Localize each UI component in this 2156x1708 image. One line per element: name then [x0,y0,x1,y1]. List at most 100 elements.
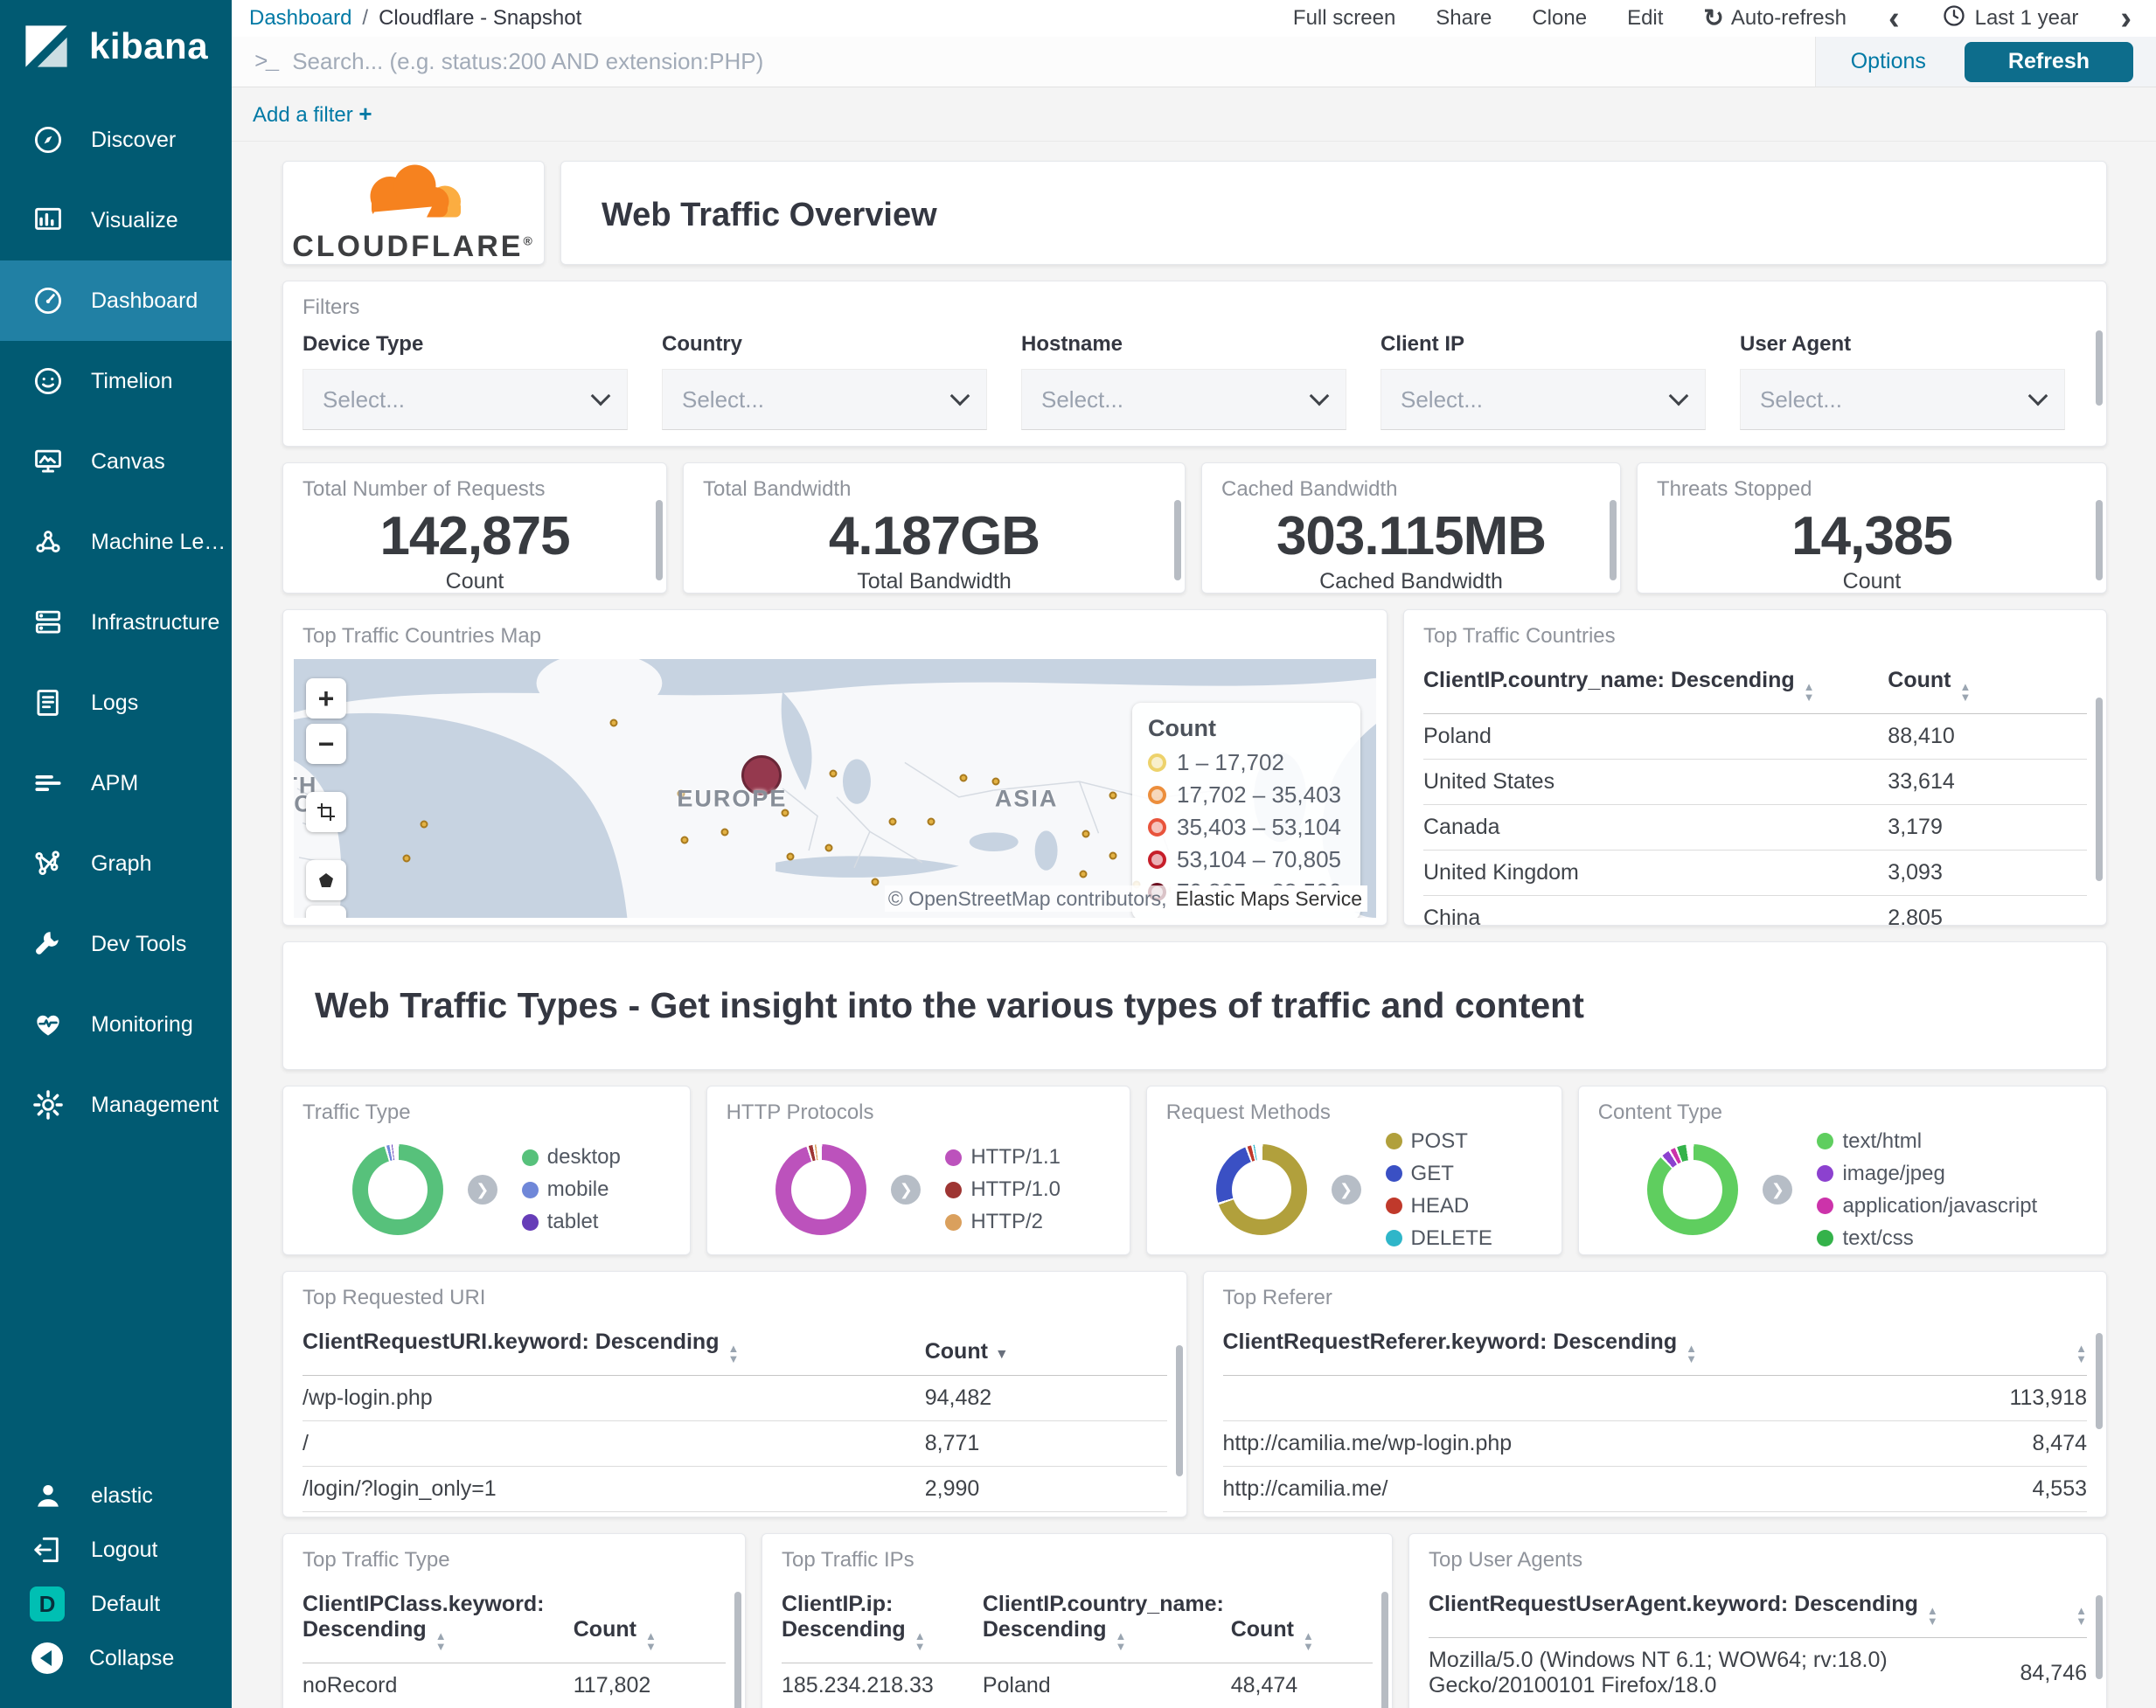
legend-item-image-jpeg[interactable]: image/jpeg [1817,1162,2037,1186]
scrollbar[interactable] [2096,698,2103,881]
legend-item-http-1-0[interactable]: HTTP/1.0 [945,1177,1061,1202]
sidebar-item-monitoring[interactable]: Monitoring [0,984,232,1065]
filter-select-user-agent[interactable]: Select... [1740,369,2065,430]
filter-select-hostname[interactable]: Select... [1021,369,1346,430]
sidebar-item-graph[interactable]: Graph [0,823,232,904]
sidebar-item-visualize[interactable]: Visualize [0,180,232,260]
column-header-count[interactable]: Count ▲ ▼ [573,1578,726,1663]
legend-item-http-1-1[interactable]: HTTP/1.1 [945,1145,1061,1170]
topbar-edit-button[interactable]: Edit [1627,6,1663,31]
legend-expand-icon[interactable]: ❯ [891,1175,922,1205]
search-input[interactable] [292,48,1815,75]
sidebar-item-dashboard[interactable]: Dashboard [0,260,232,341]
legend-item-text-css[interactable]: text/css [1817,1226,2037,1251]
refresh-button[interactable]: Refresh [1964,41,2133,82]
crop-tool-button[interactable] [306,792,346,832]
scrollbar[interactable] [1381,1592,1388,1708]
rectangle-tool-button[interactable] [306,906,346,918]
column-header-count[interactable]: ▲ ▼ [1896,1316,2087,1376]
scrollbar[interactable] [2096,500,2103,580]
scrollbar[interactable] [2096,1595,2103,1679]
sidebar-item-logout[interactable]: Logout [0,1523,232,1577]
column-header-clientrequestuseragent-keyword-descending[interactable]: ClientRequestUserAgent.keyword: Descendi… [1429,1578,1956,1638]
sidebar-item-machine-learning[interactable]: Machine Learning [0,502,232,582]
scrollbar[interactable] [2096,1333,2103,1429]
legend-item-http-2[interactable]: HTTP/2 [945,1210,1061,1234]
filter-select-country[interactable]: Select... [662,369,987,430]
topbar-full-screen-button[interactable]: Full screen [1293,6,1395,31]
time-picker[interactable]: Last 1 year [1942,3,2078,34]
column-header-clientipclass-keyword-descending[interactable]: ClientIPClass.keyword: Descending ▲ ▼ [303,1578,574,1663]
scrollbar[interactable] [1174,500,1181,580]
column-header-clientip-ip-descending[interactable]: ClientIP.ip: Descending ▲ ▼ [782,1578,983,1663]
sidebar-item-elastic[interactable]: elastic [0,1468,232,1523]
time-back-button[interactable]: ‹ [1887,2,1902,35]
filter-field-user-agent: User Agent Select... [1740,332,2065,430]
legend-item-text-html[interactable]: text/html [1817,1129,2037,1154]
sidebar-item-infrastructure[interactable]: Infrastructure [0,582,232,663]
legend-expand-icon[interactable]: ❯ [1763,1175,1793,1205]
donut-chart[interactable] [351,1144,443,1235]
zoom-in-button[interactable]: + [306,678,346,719]
metric-label: Count [445,569,504,594]
sidebar-item-dev-tools[interactable]: Dev Tools [0,904,232,984]
scrollbar[interactable] [734,1592,741,1708]
column-header-clientrequestreferer-keyword-descending[interactable]: ClientRequestReferer.keyword: Descending… [1222,1316,1897,1376]
column-header-count[interactable]: Count ▲ ▼ [1230,1578,1373,1663]
table-cell: 2,990 [924,1466,1167,1512]
legend-item: 35,403 – 53,104 [1148,814,1341,841]
column-header-clientrequesturi-keyword-descending[interactable]: ClientRequestURI.keyword: Descending ▲ ▼ [303,1316,925,1376]
world-map[interactable]: EUROPEASIATHIC + − [294,659,1376,918]
polygon-tool-button[interactable] [306,860,346,900]
filter-field-device-type: Device Type Select... [303,332,628,430]
sidebar-item-default[interactable]: D Default [0,1577,232,1631]
map-data-point [1109,791,1117,800]
donut-chart[interactable] [1647,1144,1739,1235]
legend-expand-icon[interactable]: ❯ [467,1175,497,1205]
column-header-count[interactable]: Count ▼ [924,1316,1167,1376]
legend-item-mobile[interactable]: mobile [521,1177,621,1202]
add-filter-link[interactable]: Add a filter + [253,101,372,128]
scrollbar[interactable] [656,500,663,580]
legend-item-head[interactable]: HEAD [1385,1194,1492,1219]
panel-title: Top Traffic IPs [782,1548,915,1572]
column-header-clientip-country-name-descending[interactable]: ClientIP.country_name: Descending ▲ ▼ [982,1578,1231,1663]
sidebar-item-discover[interactable]: Discover [0,100,232,180]
sidebar-item-canvas[interactable]: Canvas [0,421,232,502]
legend-item-get[interactable]: GET [1385,1162,1492,1186]
column-header-count[interactable]: ▲ ▼ [1955,1578,2087,1638]
kibana-logo[interactable]: kibana [0,0,232,87]
scrollbar[interactable] [2096,330,2103,406]
legend-expand-icon[interactable]: ❯ [1331,1175,1361,1205]
sidebar-item-timelion[interactable]: Timelion [0,341,232,421]
sidebar-item-apm[interactable]: APM [0,743,232,823]
column-header-count[interactable]: Count ▲ ▼ [1888,654,2087,714]
map-data-point [824,844,833,852]
legend-item-post[interactable]: POST [1385,1129,1492,1154]
scrollbar[interactable] [1175,1345,1183,1476]
topbar-clone-button[interactable]: Clone [1532,6,1587,31]
filter-select-client-ip[interactable]: Select... [1381,369,1706,430]
markdown-panel: Web Traffic Types - Get insight into the… [282,941,2107,1070]
sidebar-item-management[interactable]: Management [0,1065,232,1145]
sort-icon: ▲ ▼ [1686,1342,1697,1365]
options-link[interactable]: Options [1851,49,1926,74]
legend-item-application-javascript[interactable]: application/javascript [1817,1194,2037,1219]
scrollbar[interactable] [1610,500,1617,580]
legend-item-delete[interactable]: DELETE [1385,1226,1492,1251]
zoom-out-button[interactable]: − [306,724,346,764]
sidebar-item-logs[interactable]: Logs [0,663,232,743]
breadcrumb-dashboard-link[interactable]: Dashboard [249,6,351,31]
table-row: /wp-login.php 94,482 [303,1375,1167,1421]
donut-chart[interactable] [775,1144,867,1235]
topbar-share-button[interactable]: Share [1436,6,1492,31]
filter-select-device-type[interactable]: Select... [303,369,628,430]
sidebar-item-collapse[interactable]: Collapse [0,1631,232,1685]
column-header-clientip-country-name-descending[interactable]: ClientIP.country_name: Descending ▲ ▼ [1423,654,1888,714]
auto-refresh-button[interactable]: ↻ Auto-refresh [1703,6,1847,31]
legend-item-desktop[interactable]: desktop [521,1145,621,1170]
donut-chart[interactable] [1215,1144,1307,1235]
legend-item-tablet[interactable]: tablet [521,1210,621,1234]
donut-legend: text/html image/jpeg application/javascrip… [1817,1129,2037,1251]
time-forward-button[interactable]: › [2118,2,2133,35]
